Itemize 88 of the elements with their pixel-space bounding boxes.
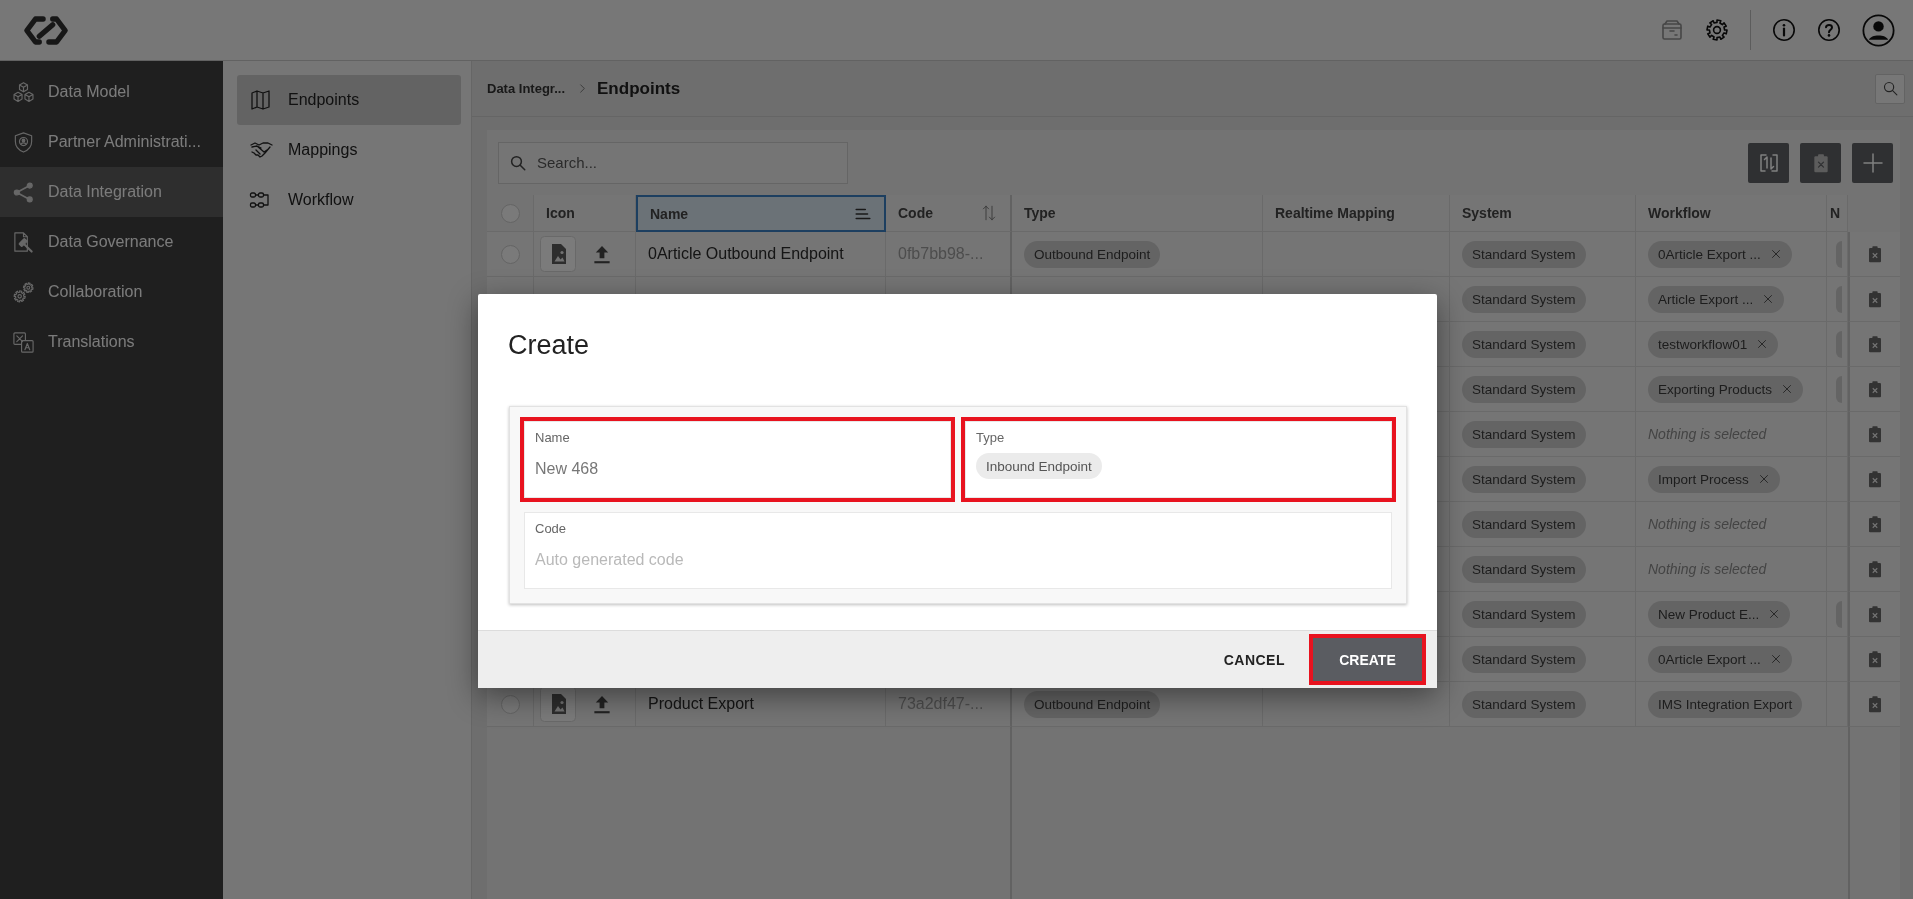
clipboard-x-icon[interactable]: [1866, 243, 1884, 265]
user-avatar-icon[interactable]: [1862, 13, 1895, 47]
sidebar-item[interactable]: Data Model: [0, 67, 223, 117]
system-tag: Standard System: [1462, 600, 1586, 628]
close-icon[interactable]: [1757, 473, 1770, 485]
dialog-title: Create: [507, 329, 591, 361]
column-header[interactable]: Name: [636, 195, 886, 232]
create-button[interactable]: CREATE: [1313, 638, 1422, 681]
type-field[interactable]: Type Inbound Endpoint: [965, 421, 1392, 498]
workflow-name: testworkflow01: [1658, 336, 1748, 352]
clipboard-x-icon[interactable]: [1866, 513, 1884, 535]
system-tag: Standard System: [1462, 690, 1586, 718]
column-header[interactable]: Code: [886, 195, 1012, 232]
column-header[interactable]: Icon: [534, 195, 636, 232]
search-field[interactable]: Search...: [498, 141, 848, 184]
gears-icon: [12, 280, 35, 304]
system-tag: Standard System: [1462, 420, 1586, 448]
info-icon[interactable]: [1772, 18, 1796, 42]
shield-icon: [12, 130, 35, 154]
sidebar-item[interactable]: Partner Administrati...: [0, 117, 223, 167]
column-header[interactable]: Realtime Mapping: [1263, 195, 1450, 232]
cancel-button[interactable]: CANCEL: [1207, 638, 1301, 681]
close-icon[interactable]: [1762, 293, 1775, 305]
workflow-name: New Product E...: [1658, 606, 1760, 622]
subnav-item[interactable]: Endpoints: [237, 75, 461, 125]
clipboard-x-icon[interactable]: [1866, 648, 1884, 670]
workflow-name: Exporting Products: [1658, 381, 1773, 397]
close-icon[interactable]: [1781, 383, 1794, 395]
breadcrumb-current: Endpoints: [597, 78, 681, 99]
close-icon[interactable]: [1769, 248, 1782, 260]
system-tag: Standard System: [1462, 510, 1586, 538]
column-header[interactable]: Workflow: [1636, 195, 1827, 232]
workflow-name: 0Article Export ...: [1658, 246, 1761, 262]
document-gavel-icon: [12, 230, 35, 254]
clipboard-x-icon[interactable]: [1866, 468, 1884, 490]
field-label: Code: [535, 521, 567, 536]
app-logo[interactable]: [23, 14, 69, 46]
workflow-name: IMS Integration Export: [1658, 696, 1793, 712]
column-header[interactable]: Type: [1012, 195, 1263, 232]
search-icon: [1881, 80, 1899, 97]
system-tag: Standard System: [1462, 555, 1586, 583]
system-tag: Standard System: [1462, 240, 1586, 268]
sidebar-item[interactable]: Data Governance: [0, 217, 223, 267]
swap-button[interactable]: [1748, 142, 1789, 183]
type-tag: Outbound Endpoint: [1024, 690, 1161, 718]
workflow-name: Article Export ...: [1658, 291, 1754, 307]
upload-icon[interactable]: [592, 693, 612, 715]
search-button[interactable]: [1875, 73, 1905, 104]
type-tag: Inbound Endpoint: [976, 453, 1102, 479]
upload-icon[interactable]: [592, 243, 612, 265]
sort-arrows-icon[interactable]: [980, 204, 998, 222]
delete-button[interactable]: [1800, 142, 1841, 183]
close-icon[interactable]: [1756, 338, 1769, 350]
close-icon[interactable]: [1769, 653, 1782, 665]
workflow-name: Import Process: [1658, 471, 1749, 487]
clipboard-x-icon[interactable]: [1866, 693, 1884, 715]
type-tag: Outbound Endpoint: [1024, 240, 1161, 268]
breadcrumb-link[interactable]: Data Integr...: [487, 81, 566, 96]
clipboard-x-icon[interactable]: [1866, 423, 1884, 445]
workflow-name: 0Article Export ...: [1658, 651, 1761, 667]
clipboard-x-icon[interactable]: [1866, 288, 1884, 310]
column-header[interactable]: System: [1450, 195, 1636, 232]
field-label: Type: [976, 430, 1005, 445]
sidebar-item[interactable]: Translations: [0, 317, 223, 367]
system-tag: Standard System: [1462, 645, 1586, 673]
system-tag: Standard System: [1462, 285, 1586, 313]
image-file-icon: [540, 236, 576, 272]
add-button[interactable]: [1852, 142, 1893, 183]
search-icon: [509, 153, 527, 172]
field-label: Name: [535, 430, 570, 445]
settings-icon[interactable]: [1705, 18, 1729, 42]
sidebar-item[interactable]: Data Integration: [0, 167, 223, 217]
clipboard-x-icon[interactable]: [1866, 378, 1884, 400]
cubes-icon: [12, 80, 35, 104]
system-tag: Standard System: [1462, 375, 1586, 403]
share-nodes-icon: [12, 180, 35, 204]
row-checkbox[interactable]: [500, 694, 520, 714]
system-tag: Standard System: [1462, 330, 1586, 358]
clipboard-x-icon[interactable]: [1866, 603, 1884, 625]
system-tag: Standard System: [1462, 465, 1586, 493]
clipboard-x-icon[interactable]: [1866, 333, 1884, 355]
clipboard-x-icon[interactable]: [1866, 558, 1884, 580]
plus-icon: [1860, 150, 1885, 175]
close-icon[interactable]: [1768, 608, 1781, 620]
column-header[interactable]: N: [1827, 195, 1848, 232]
sidebar-item[interactable]: Collaboration: [0, 267, 223, 317]
translate-icon: [12, 330, 35, 354]
help-icon[interactable]: [1817, 18, 1841, 42]
